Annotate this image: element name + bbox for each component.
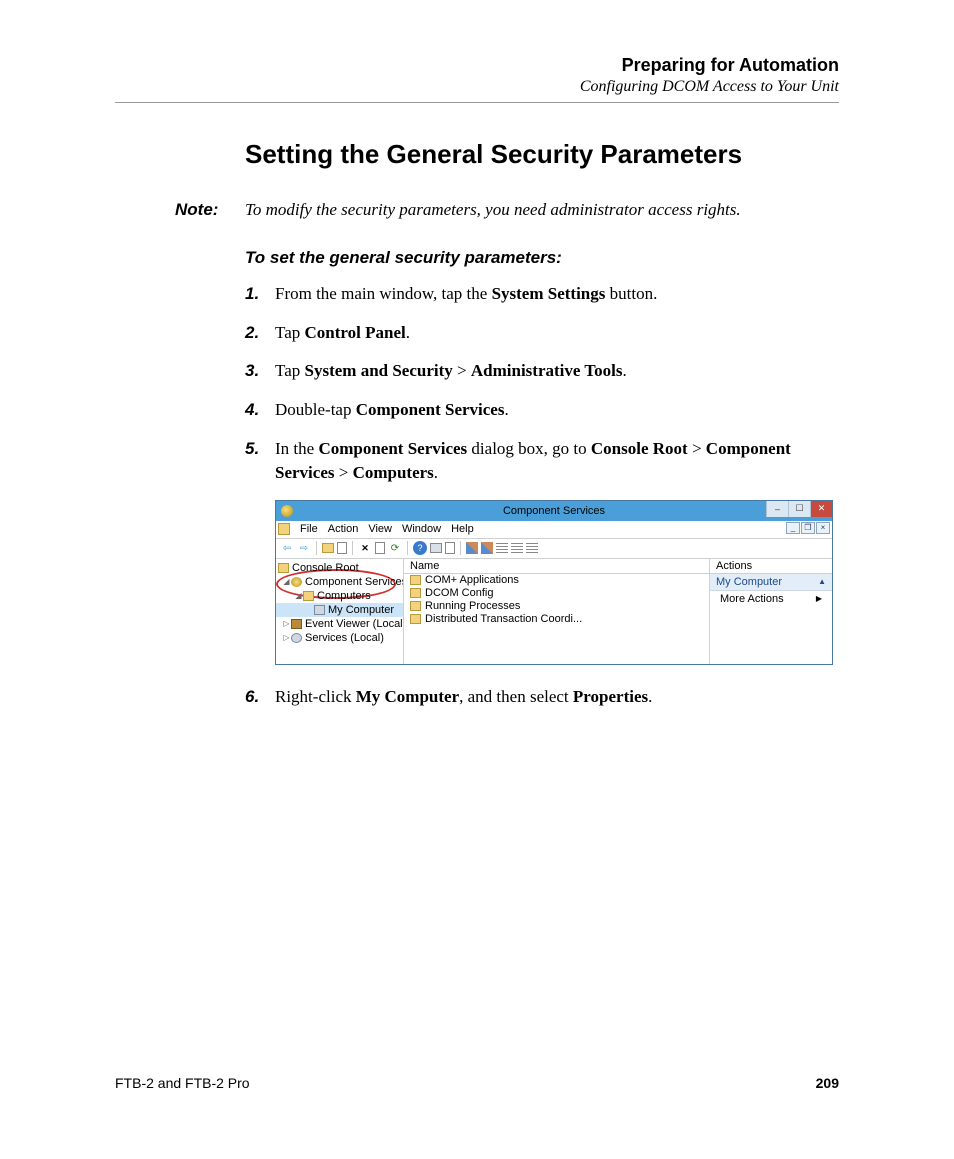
note-label: Note: [115, 200, 245, 220]
detail-view-button[interactable] [526, 543, 538, 553]
submenu-icon: ▶ [816, 594, 822, 603]
collapse-icon[interactable]: ◢ [294, 591, 303, 600]
mdi-minimize-button[interactable]: _ [786, 522, 800, 534]
list-item[interactable]: COM+ Applications [404, 574, 709, 587]
step-3: 3. Tap System and Security > Administrat… [245, 359, 839, 384]
step-number: 5. [245, 437, 275, 486]
footer-product: FTB-2 and FTB-2 Pro [115, 1075, 250, 1091]
forward-button[interactable] [297, 541, 311, 555]
folder-icon [410, 588, 421, 598]
note-text: To modify the security parameters, you n… [245, 200, 839, 220]
maximize-button[interactable]: ☐ [788, 501, 810, 517]
tree-item-component-services[interactable]: ◢ Component Services [276, 575, 403, 589]
toolbar-separator [460, 541, 461, 555]
list-item[interactable]: Distributed Transaction Coordi... [404, 613, 709, 626]
back-button[interactable] [280, 541, 294, 555]
folder-icon [410, 601, 421, 611]
menu-file[interactable]: File [300, 523, 318, 535]
tree-item-services[interactable]: ▷ Services (Local) [276, 631, 403, 645]
collapse-icon[interactable]: ◢ [282, 577, 291, 586]
export-button[interactable] [445, 542, 455, 554]
component-services-icon [281, 505, 293, 517]
window-titlebar: Component Services – ☐ ✕ [276, 501, 832, 521]
expand-icon[interactable]: ▷ [282, 619, 291, 628]
step-number: 2. [245, 321, 275, 346]
list-item[interactable]: Running Processes [404, 600, 709, 613]
help-button[interactable] [413, 541, 427, 555]
folder-icon [278, 563, 289, 573]
footer-page-number: 209 [816, 1075, 839, 1091]
menu-window[interactable]: Window [402, 523, 441, 535]
section-subtitle: Configuring DCOM Access to Your Unit [115, 78, 839, 96]
step-text: In the Component Services dialog box, go… [275, 437, 839, 486]
toolbar-separator [316, 541, 317, 555]
close-button[interactable]: ✕ [810, 501, 832, 517]
menu-help[interactable]: Help [451, 523, 474, 535]
icon-button[interactable] [481, 542, 493, 554]
list-view-button[interactable] [496, 543, 508, 553]
tree-item-my-computer[interactable]: My Computer [276, 603, 403, 617]
toolbar-separator [407, 541, 408, 555]
services-icon [291, 633, 302, 643]
tree-pane: Console Root ◢ Component Services ◢ Comp… [276, 559, 404, 664]
toolbar [276, 539, 832, 559]
folder-icon [410, 575, 421, 585]
tree-item-console-root[interactable]: Console Root [276, 561, 403, 575]
folder-icon [410, 614, 421, 624]
step-text: Tap Control Panel. [275, 321, 839, 346]
page-heading: Setting the General Security Parameters [245, 139, 839, 170]
step-number: 4. [245, 398, 275, 423]
computer-icon [314, 605, 325, 615]
procedure-subhead: To set the general security parameters: [245, 248, 839, 268]
list-item[interactable]: DCOM Config [404, 587, 709, 600]
delete-button[interactable] [358, 541, 372, 555]
mdi-close-button[interactable]: × [816, 522, 830, 534]
menu-view[interactable]: View [368, 523, 392, 535]
minimize-button[interactable]: – [766, 501, 788, 517]
folder-icon [303, 591, 314, 601]
actions-more[interactable]: More Actions▶ [710, 591, 832, 607]
step-number: 6. [245, 685, 275, 710]
step-1: 1. From the main window, tap the System … [245, 282, 839, 307]
actions-header: Actions [710, 559, 832, 574]
list-pane: Name COM+ Applications DCOM Config Runni… [404, 559, 710, 664]
toolbar-separator [352, 541, 353, 555]
step-5: 5. In the Component Services dialog box,… [245, 437, 839, 486]
menu-action[interactable]: Action [328, 523, 359, 535]
show-hide-tree-button[interactable] [337, 542, 347, 554]
window-title: Component Services [503, 505, 605, 517]
header-divider [115, 102, 839, 103]
actions-pane: Actions My Computer▲ More Actions▶ [710, 559, 832, 664]
step-4: 4. Double-tap Component Services. [245, 398, 839, 423]
expand-icon[interactable]: ▷ [282, 633, 291, 642]
refresh-button[interactable] [388, 541, 402, 555]
step-6: 6. Right-click My Computer, and then sel… [245, 685, 839, 710]
view-button[interactable] [430, 543, 442, 553]
step-text: Right-click My Computer, and then select… [275, 685, 839, 710]
mdi-restore-button[interactable]: ❐ [801, 522, 815, 534]
list-column-header[interactable]: Name [404, 559, 709, 574]
component-services-icon [291, 577, 302, 587]
icon-button[interactable] [466, 542, 478, 554]
chapter-title: Preparing for Automation [115, 55, 839, 76]
menu-bar: File Action View Window Help _ ❐ × [276, 521, 832, 539]
step-number: 3. [245, 359, 275, 384]
tree-item-computers[interactable]: ◢ Computers [276, 589, 403, 603]
actions-section[interactable]: My Computer▲ [710, 574, 832, 591]
step-number: 1. [245, 282, 275, 307]
mmc-icon [278, 523, 290, 535]
tree-item-event-viewer[interactable]: ▷ Event Viewer (Local) [276, 617, 403, 631]
step-text: From the main window, tap the System Set… [275, 282, 839, 307]
properties-button[interactable] [375, 542, 385, 554]
step-2: 2. Tap Control Panel. [245, 321, 839, 346]
collapse-icon: ▲ [818, 577, 826, 586]
screenshot-window: Component Services – ☐ ✕ File Action Vie… [275, 500, 833, 665]
step-text: Double-tap Component Services. [275, 398, 839, 423]
step-text: Tap System and Security > Administrative… [275, 359, 839, 384]
up-button[interactable] [322, 543, 334, 553]
event-viewer-icon [291, 619, 302, 629]
detail-view-button[interactable] [511, 543, 523, 553]
